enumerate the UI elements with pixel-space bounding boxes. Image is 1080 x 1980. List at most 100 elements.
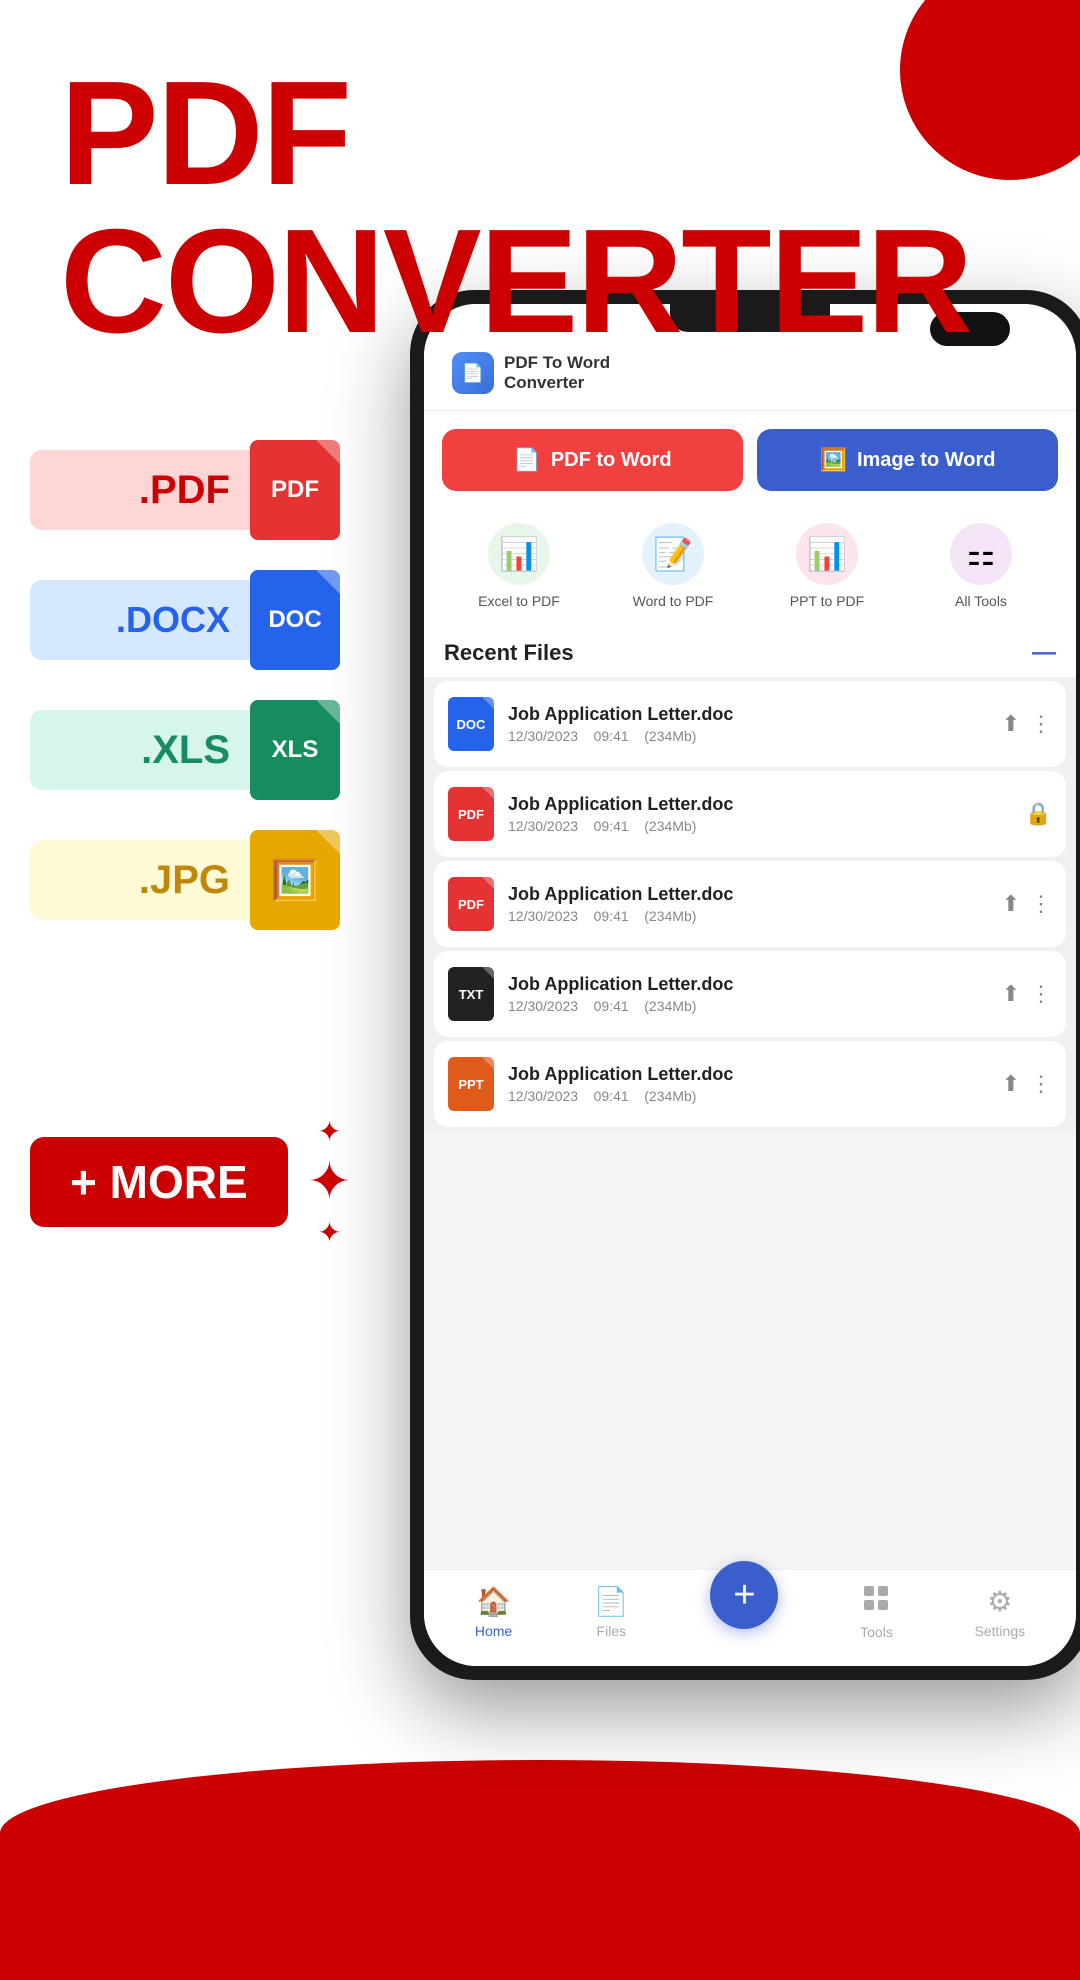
file-info-5: Job Application Letter.doc 12/30/2023 09… (508, 1064, 988, 1104)
nav-home[interactable]: 🏠 Home (475, 1585, 512, 1639)
more-section: + MORE ✦ ✦ ✦ (30, 1115, 351, 1249)
files-icon: 📄 (594, 1585, 629, 1618)
pdf-btn-icon: 📄 (513, 447, 540, 473)
tool-word-to-pdf[interactable]: 📝 Word to PDF (596, 523, 750, 609)
file-name-2: Job Application Letter.doc (508, 794, 1011, 815)
nav-files[interactable]: 📄 Files (594, 1585, 629, 1639)
file-meta-2: 12/30/2023 09:41 (234Mb) (508, 818, 1011, 834)
file-type-doc-label-1: DOC (457, 717, 486, 732)
xls-icon-label: XLS (272, 736, 319, 764)
file-name-1: Job Application Letter.doc (508, 704, 988, 725)
phone-container: 📄 PDF To Word Converter 📄 PDF to Word 🖼️… (410, 290, 1080, 1850)
file-info-2: Job Application Letter.doc 12/30/2023 09… (508, 794, 1011, 834)
file-meta-1: 12/30/2023 09:41 (234Mb) (508, 728, 988, 744)
share-icon-4[interactable]: ⬆ (1002, 981, 1020, 1007)
file-meta-4: 12/30/2023 09:41 (234Mb) (508, 998, 988, 1014)
file-type-docx: .DOCX DOC (30, 570, 340, 670)
file-name-3: Job Application Letter.doc (508, 884, 988, 905)
xls-pill: .XLS (30, 710, 250, 790)
xls-icon: XLS (250, 700, 340, 800)
file-info-3: Job Application Letter.doc 12/30/2023 09… (508, 884, 988, 924)
settings-label: Settings (975, 1623, 1026, 1639)
settings-nav-icon: ⚙ (987, 1585, 1012, 1618)
file-item-4[interactable]: TXT Job Application Letter.doc 12/30/202… (434, 951, 1066, 1037)
title-section: PDF CONVERTER (60, 60, 971, 356)
file-date-2: 12/30/2023 (508, 818, 578, 834)
tool-doc-label: Word to PDF (633, 593, 714, 609)
share-icon-1[interactable]: ⬆ (1002, 711, 1020, 737)
tool-excel-to-pdf[interactable]: 📊 Excel to PDF (442, 523, 596, 609)
file-time-5: 09:41 (594, 1088, 629, 1104)
more-menu-icon-5[interactable]: ⋮ (1030, 1071, 1052, 1097)
sparkles-decoration: ✦ ✦ ✦ (308, 1115, 352, 1249)
file-name-5: Job Application Letter.doc (508, 1064, 988, 1085)
lock-icon-2[interactable]: 🔒 (1025, 801, 1052, 827)
file-icon-pdf-3: PDF (448, 877, 494, 931)
ppt-tool-icon: 📊 (807, 535, 847, 573)
file-size-2: 234Mb (649, 818, 692, 834)
file-item-5[interactable]: PPT Job Application Letter.doc 12/30/202… (434, 1041, 1066, 1127)
sparkle-center-icon: ✦ (308, 1152, 352, 1212)
tools-row: 📊 Excel to PDF 📝 Word to PDF 📊 PPT to PD… (424, 509, 1076, 623)
xls-ext-label: .XLS (141, 728, 230, 773)
more-menu-icon-3[interactable]: ⋮ (1030, 891, 1052, 917)
file-size-4: 234Mb (649, 998, 692, 1014)
phone-screen: 📄 PDF To Word Converter 📄 PDF to Word 🖼️… (424, 304, 1076, 1666)
tools-label: Tools (860, 1624, 893, 1640)
home-icon: 🏠 (476, 1585, 511, 1618)
file-type-txt-label-4: TXT (459, 987, 484, 1002)
img-btn-icon: 🖼️ (820, 447, 847, 473)
file-time-1: 09:41 (594, 728, 629, 744)
more-button[interactable]: + MORE (30, 1137, 288, 1227)
tool-all-icon-bg: ⚏ (950, 523, 1012, 585)
share-icon-5[interactable]: ⬆ (1002, 1071, 1020, 1097)
tool-ppt-icon-bg: 📊 (796, 523, 858, 585)
recent-collapse-icon[interactable]: — (1032, 639, 1056, 667)
file-type-ppt-label-5: PPT (458, 1077, 483, 1092)
tool-doc-icon-bg: 📝 (642, 523, 704, 585)
file-item-2[interactable]: PDF Job Application Letter.doc 12/30/202… (434, 771, 1066, 857)
tool-xls-label: Excel to PDF (478, 593, 560, 609)
doc-icon-label: DOC (268, 606, 321, 634)
file-icon-ppt-5: PPT (448, 1057, 494, 1111)
fab-plus-icon: + (733, 1574, 755, 1617)
file-time-4: 09:41 (594, 998, 629, 1014)
more-menu-icon-1[interactable]: ⋮ (1030, 711, 1052, 737)
file-type-xls: .XLS XLS (30, 700, 340, 800)
file-icon-pdf-2: PDF (448, 787, 494, 841)
file-icon-doc-1: DOC (448, 697, 494, 751)
bottom-nav: 🏠 Home 📄 Files + (424, 1569, 1076, 1666)
file-actions-4: ⬆ ⋮ (1002, 981, 1052, 1007)
pdf-to-word-button[interactable]: 📄 PDF to Word (442, 429, 743, 491)
file-item-1[interactable]: DOC Job Application Letter.doc 12/30/202… (434, 681, 1066, 767)
files-label: Files (597, 1623, 627, 1639)
file-meta-3: 12/30/2023 09:41 (234Mb) (508, 908, 988, 924)
file-meta-5: 12/30/2023 09:41 (234Mb) (508, 1088, 988, 1104)
nav-fab-button[interactable]: + (710, 1561, 778, 1629)
logo-icon-glyph: 📄 (462, 363, 484, 384)
tool-ppt-to-pdf[interactable]: 📊 PPT to PDF (750, 523, 904, 609)
file-type-pdf: .PDF PDF (30, 440, 340, 540)
file-item-3[interactable]: PDF Job Application Letter.doc 12/30/202… (434, 861, 1066, 947)
nav-settings[interactable]: ⚙ Settings (975, 1585, 1026, 1639)
share-icon-3[interactable]: ⬆ (1002, 891, 1020, 917)
jpg-pill: .JPG (30, 840, 250, 920)
file-actions-1: ⬆ ⋮ (1002, 711, 1052, 737)
jpg-icon: 🖼️ (250, 830, 340, 930)
nav-tools[interactable]: Tools (860, 1584, 893, 1640)
tools-nav-icon (862, 1584, 890, 1619)
more-menu-icon-4[interactable]: ⋮ (1030, 981, 1052, 1007)
docx-pill: .DOCX (30, 580, 250, 660)
file-date-4: 12/30/2023 (508, 998, 578, 1014)
doc-tool-icon: 📝 (653, 535, 693, 573)
file-size-1: 234Mb (649, 728, 692, 744)
file-actions-2: 🔒 (1025, 801, 1052, 827)
file-type-pdf-label-3: PDF (458, 897, 484, 912)
file-type-jpg: .JPG 🖼️ (30, 830, 340, 930)
pdf-pill: .PDF (30, 450, 250, 530)
tool-all-tools[interactable]: ⚏ All Tools (904, 523, 1058, 609)
pdf-icon: PDF (250, 440, 340, 540)
app-buttons-row: 📄 PDF to Word 🖼️ Image to Word (424, 411, 1076, 509)
title-line1: PDF (60, 60, 971, 208)
image-to-word-button[interactable]: 🖼️ Image to Word (757, 429, 1058, 491)
